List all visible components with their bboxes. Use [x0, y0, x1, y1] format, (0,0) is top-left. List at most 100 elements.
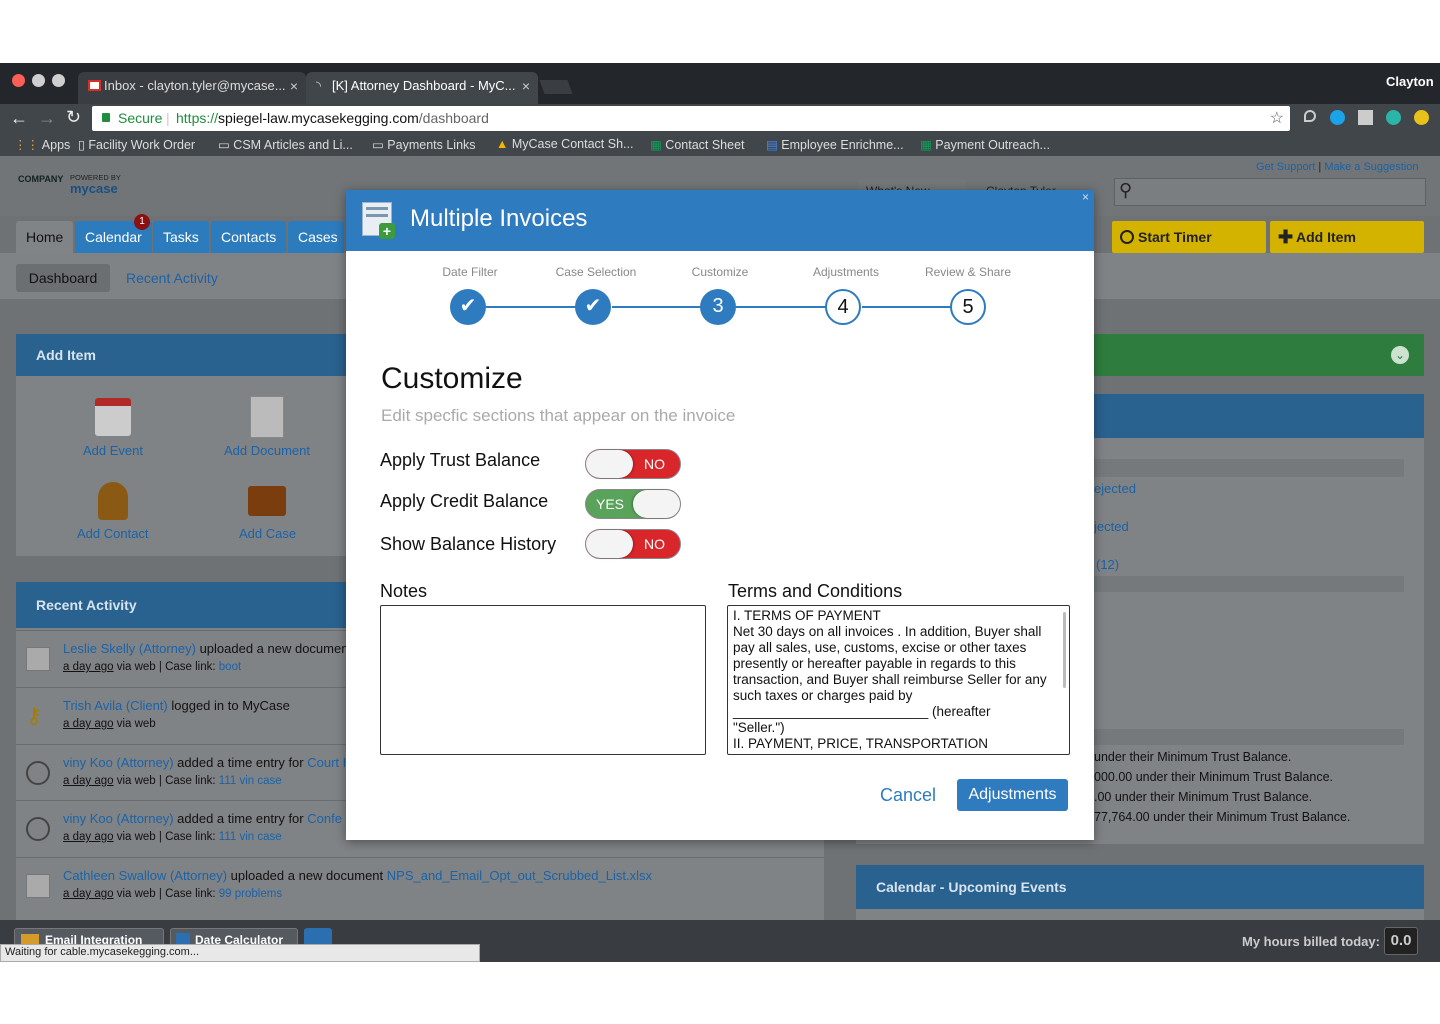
calendar-panel-title: Calendar - Upcoming Events — [876, 879, 1067, 895]
terms-line: "Seller.") — [733, 720, 785, 735]
activity-user-link[interactable]: Trish Avila (Client) — [63, 698, 168, 713]
bookmark-star-icon[interactable]: ☆ — [1270, 106, 1284, 131]
toggle-state-label: NO — [644, 456, 665, 472]
bookmark-csm-articles[interactable]: ▭ CSM Articles and Li... — [218, 137, 353, 152]
extension-pin-icon[interactable] — [1304, 110, 1316, 122]
toggle-knob — [586, 530, 633, 558]
briefcase-icon — [248, 486, 286, 516]
activity-user-link[interactable]: viny Koo (Attorney) — [63, 755, 174, 770]
bookmark-payment-outreach[interactable]: ▦ Payment Outreach... — [920, 137, 1050, 152]
new-tab-button[interactable] — [539, 80, 573, 94]
hours-billed-label: My hours billed today: — [1242, 934, 1380, 949]
subnav-recent-activity[interactable]: Recent Activity — [126, 270, 218, 286]
case-link[interactable]: 111 vin case — [219, 831, 282, 843]
gmail-icon — [88, 80, 101, 91]
add-document-link[interactable]: Add Document — [224, 443, 310, 458]
bookmark-employee-enrichment[interactable]: ▤ Employee Enrichme... — [766, 137, 904, 152]
make-suggestion-link[interactable]: Make a Suggestion — [1324, 161, 1418, 173]
tab-contacts[interactable]: Contacts — [211, 221, 287, 253]
extension-m-icon[interactable] — [1386, 110, 1401, 125]
calendar-panel-body — [856, 909, 1424, 920]
add-case-link[interactable]: Add Case — [239, 526, 296, 541]
terms-line: II. PAYMENT, PRICE, TRANSPORTATION — [733, 736, 989, 751]
step-3-customize[interactable]: 3 — [700, 289, 736, 325]
reload-icon[interactable]: ↻ — [66, 107, 81, 128]
step-1-date-filter[interactable]: ✔ — [450, 289, 486, 325]
add-event-link[interactable]: Add Event — [83, 443, 143, 458]
bookmark-contact-sheet[interactable]: ▦ Contact Sheet — [650, 137, 745, 152]
tab-tasks[interactable]: Tasks — [153, 221, 209, 253]
case-link[interactable]: boot — [219, 661, 241, 673]
get-support-link[interactable]: Get Support — [1256, 161, 1315, 173]
profile-name[interactable]: Clayton — [1386, 74, 1434, 89]
cancel-button[interactable]: Cancel — [880, 785, 936, 806]
add-contact-link[interactable]: Add Contact — [77, 526, 149, 541]
apply-credit-balance-toggle[interactable]: YES — [585, 489, 681, 519]
apply-trust-balance-label: Apply Trust Balance — [380, 450, 541, 470]
step-2-case-selection[interactable]: ✔ — [575, 289, 611, 325]
section-subheading: Edit specfic sections that appear on the… — [381, 406, 736, 425]
tab-cases[interactable]: Cases — [288, 221, 344, 253]
contact-person-icon — [98, 482, 128, 520]
minimize-window-icon[interactable] — [32, 74, 45, 87]
terms-scrollbar[interactable] — [1063, 612, 1066, 688]
document-link[interactable]: NPS_and_Email_Opt_out_Scrubbed_List.xlsx — [387, 868, 652, 883]
extension-alert-icon[interactable] — [1414, 110, 1429, 125]
folder-icon: ▭ — [372, 138, 388, 152]
trust-warning-line: .00 under their Minimum Trust Balance. — [1094, 790, 1313, 804]
loading-spinner-icon: ◝ — [316, 78, 322, 93]
sheets-icon: ▦ — [920, 138, 936, 152]
close-tab-icon[interactable]: × — [522, 72, 530, 100]
rejected-link[interactable]: ejected — [1094, 481, 1136, 496]
bookmark-mycase-contact[interactable]: ▲ MyCase Contact Sh... — [496, 137, 633, 151]
bookmark-apps[interactable]: ⋮⋮ Apps — [14, 137, 70, 152]
global-search-input[interactable]: ⚲ — [1114, 178, 1426, 206]
subnav-dashboard[interactable]: Dashboard — [16, 264, 110, 292]
calendar-event-icon — [95, 398, 131, 436]
terms-line: I. TERMS OF PAYMENT — [733, 608, 881, 623]
close-tab-icon[interactable]: × — [290, 72, 298, 100]
notes-textarea[interactable] — [380, 605, 706, 755]
close-window-icon[interactable] — [12, 74, 25, 87]
activity-row: Cathleen Swallow (Attorney) uploaded a n… — [16, 857, 824, 913]
maximize-window-icon[interactable] — [52, 74, 65, 87]
adjustments-next-button[interactable]: Adjustments — [957, 779, 1068, 811]
page-icon: ▯ — [78, 138, 89, 152]
url-field[interactable]: Secure | https://spiegel-law.mycasekeggi… — [92, 106, 1290, 131]
activity-user-link[interactable]: Cathleen Swallow (Attorney) — [63, 868, 227, 883]
browser-tab-inbox[interactable]: Inbox - clayton.tyler@mycase... × — [78, 72, 306, 104]
invoice-add-icon: + — [362, 202, 395, 239]
modal-header: + Multiple Invoices × — [346, 190, 1094, 251]
chevron-down-icon[interactable]: ⌄ — [1391, 346, 1409, 364]
step-label-review-share: Review & Share — [924, 265, 1012, 279]
docs-icon: ▤ — [766, 138, 782, 152]
toggle-state-label: NO — [644, 536, 665, 552]
bookmark-payments-links[interactable]: ▭ Payments Links — [372, 137, 476, 152]
stepper-line — [486, 306, 576, 308]
apply-credit-balance-label: Apply Credit Balance — [380, 491, 549, 511]
tab-home[interactable]: Home — [16, 221, 74, 253]
rejected-link-2[interactable]: jected — [1094, 519, 1129, 534]
document-upload-icon — [26, 874, 50, 898]
terms-line: such taxes or charges paid by — [733, 688, 913, 703]
show-balance-history-toggle[interactable]: NO — [585, 529, 681, 559]
case-link[interactable]: 111 vin case — [219, 775, 282, 787]
time-entry-link[interactable]: Court I — [307, 755, 346, 770]
count-link[interactable]: (12) — [1096, 557, 1119, 572]
bookmark-facility-work-order[interactable]: ▯ Facility Work Order — [78, 137, 195, 152]
apply-trust-balance-toggle[interactable]: NO — [585, 449, 681, 479]
activity-user-link[interactable]: Leslie Skelly (Attorney) — [63, 641, 196, 656]
forward-icon[interactable]: → — [38, 108, 56, 129]
close-icon[interactable]: × — [1082, 190, 1089, 204]
add-item-button[interactable]: ✚ Add Item — [1270, 221, 1424, 253]
case-link[interactable]: 99 problems — [219, 888, 282, 900]
extension-doc-icon[interactable] — [1358, 110, 1373, 125]
extension-blue-icon[interactable] — [1330, 110, 1345, 125]
terms-textarea[interactable]: I. TERMS OF PAYMENT Net 30 days on all i… — [727, 605, 1070, 755]
browser-tab-dashboard[interactable]: ◝ [K] Attorney Dashboard - MyC... × — [306, 72, 538, 104]
back-icon[interactable]: ← — [10, 108, 28, 129]
time-entry-link[interactable]: Confe — [307, 811, 342, 826]
step-label-customize: Customize — [691, 265, 749, 279]
start-timer-button[interactable]: Start Timer — [1112, 221, 1266, 253]
activity-user-link[interactable]: viny Koo (Attorney) — [63, 811, 174, 826]
